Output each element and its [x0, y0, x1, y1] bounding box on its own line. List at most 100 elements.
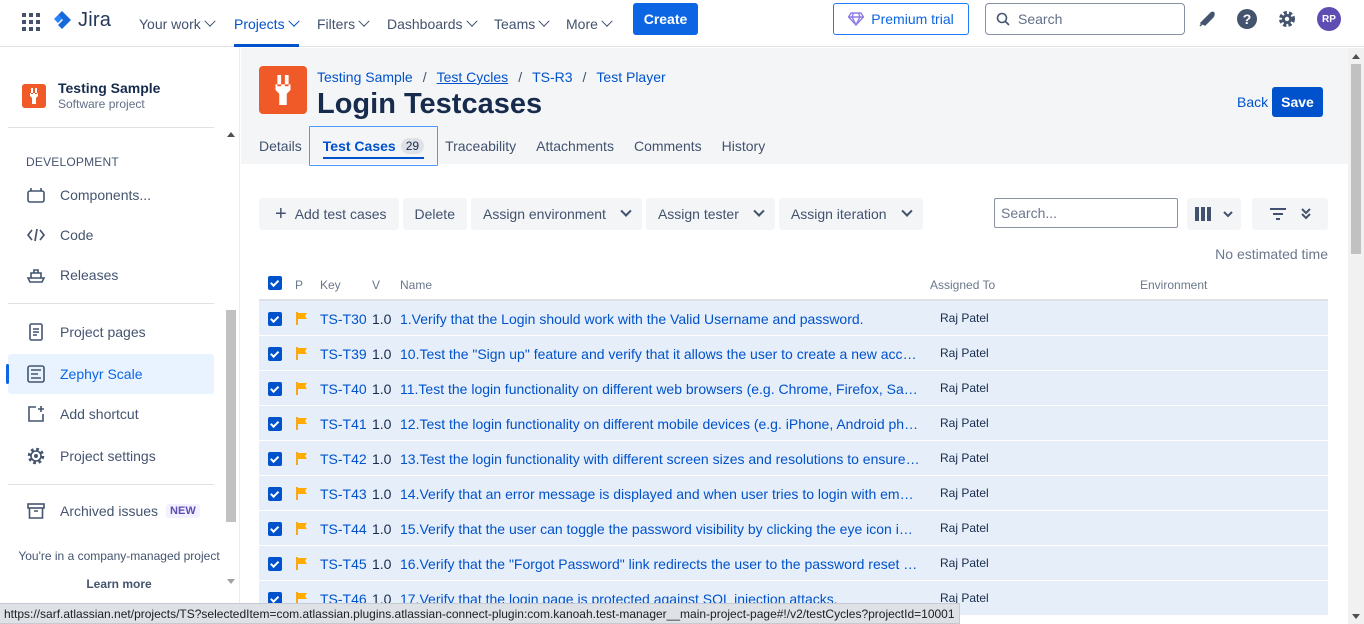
- row-key[interactable]: TS-T42: [320, 451, 367, 467]
- column-header-key[interactable]: Key: [320, 278, 341, 292]
- scroll-up-icon[interactable]: [1352, 54, 1360, 59]
- column-picker-button[interactable]: [1187, 198, 1241, 230]
- row-name[interactable]: 15.Verify that the user can toggle the p…: [400, 521, 920, 537]
- scroll-down-icon[interactable]: [1352, 614, 1360, 619]
- row-checkbox[interactable]: [268, 382, 282, 396]
- page-scrollbar[interactable]: [1348, 48, 1364, 624]
- row-checkbox[interactable]: [268, 417, 282, 431]
- row-name[interactable]: 12.Test the login functionality on diffe…: [400, 416, 920, 432]
- global-search[interactable]: [985, 3, 1185, 35]
- scrollbar-thumb[interactable]: [226, 310, 236, 522]
- premium-trial-button[interactable]: Premium trial: [833, 3, 969, 35]
- sidebar-item-add-shortcut[interactable]: Add shortcut: [8, 394, 214, 434]
- row-assigned[interactable]: Raj Patel: [940, 346, 989, 360]
- tab-attachments[interactable]: Attachments: [536, 126, 614, 166]
- row-name[interactable]: 14.Verify that an error message is displ…: [400, 486, 920, 502]
- sidebar-item-zephyr-scale[interactable]: Zephyr Scale: [6, 354, 214, 394]
- notifications-icon[interactable]: [1196, 8, 1218, 30]
- row-assigned[interactable]: Raj Patel: [940, 521, 989, 535]
- table-row[interactable]: TS-T45 1.0 16.Verify that the "Forgot Pa…: [259, 546, 1328, 581]
- row-key[interactable]: TS-T30: [320, 311, 367, 327]
- row-name[interactable]: 16.Verify that the "Forgot Password" lin…: [400, 556, 920, 572]
- breadcrumb-test-player[interactable]: Test Player: [596, 69, 665, 85]
- sidebar-item-project-settings[interactable]: Project settings: [8, 436, 214, 476]
- column-header-assigned-to[interactable]: Assigned To: [930, 278, 995, 292]
- row-key[interactable]: TS-T45: [320, 556, 367, 572]
- sidebar-item-code[interactable]: Code: [8, 215, 214, 255]
- filter-button[interactable]: [1252, 198, 1328, 230]
- sidebar-item-components[interactable]: Components...: [8, 175, 214, 215]
- column-header-name[interactable]: Name: [400, 278, 432, 292]
- scroll-up-icon[interactable]: [227, 132, 235, 137]
- back-link[interactable]: Back: [1237, 94, 1268, 110]
- table-row[interactable]: TS-T30 1.0 1.Verify that the Login shoul…: [259, 301, 1328, 336]
- row-key[interactable]: TS-T41: [320, 416, 367, 432]
- row-checkbox[interactable]: [268, 452, 282, 466]
- column-header-priority[interactable]: P: [295, 278, 303, 292]
- table-row[interactable]: TS-T41 1.0 12.Test the login functionali…: [259, 406, 1328, 441]
- nav-projects[interactable]: Projects: [234, 0, 300, 47]
- jira-logo[interactable]: Jira: [52, 9, 111, 32]
- row-name[interactable]: 11.Test the login functionality on diffe…: [400, 381, 920, 397]
- row-key[interactable]: TS-T39: [320, 346, 367, 362]
- create-button[interactable]: Create: [633, 3, 698, 35]
- nav-your-work[interactable]: Your work: [139, 0, 216, 47]
- nav-dashboards[interactable]: Dashboards: [387, 0, 478, 47]
- search-input[interactable]: [1018, 11, 1168, 27]
- row-name[interactable]: 1.Verify that the Login should work with…: [400, 311, 920, 327]
- select-all-checkbox[interactable]: [268, 276, 282, 290]
- tab-history[interactable]: History: [722, 126, 766, 166]
- scrollbar-thumb[interactable]: [1351, 64, 1361, 254]
- table-row[interactable]: TS-T40 1.0 11.Test the login functionali…: [259, 371, 1328, 406]
- test-cases-search-input[interactable]: [994, 198, 1178, 228]
- sidebar-item-archived-issues[interactable]: Archived issues NEW: [8, 491, 214, 531]
- save-button[interactable]: Save: [1272, 87, 1323, 117]
- row-key[interactable]: TS-T43: [320, 486, 367, 502]
- assign-tester-button[interactable]: Assign tester: [645, 198, 775, 230]
- row-checkbox[interactable]: [268, 487, 282, 501]
- table-row[interactable]: TS-T44 1.0 15.Verify that the user can t…: [259, 511, 1328, 546]
- row-checkbox[interactable]: [268, 347, 282, 361]
- help-icon[interactable]: ?: [1236, 8, 1258, 30]
- nav-teams[interactable]: Teams: [494, 0, 550, 47]
- row-assigned[interactable]: Raj Patel: [940, 556, 989, 570]
- nav-more[interactable]: More: [566, 0, 613, 47]
- delete-button[interactable]: Delete: [402, 198, 467, 230]
- add-test-cases-button[interactable]: + Add test cases: [259, 198, 399, 230]
- row-assigned[interactable]: Raj Patel: [940, 381, 989, 395]
- row-checkbox[interactable]: [268, 557, 282, 571]
- scroll-down-icon[interactable]: [227, 579, 235, 584]
- app-switcher-icon[interactable]: [20, 11, 40, 31]
- row-name[interactable]: 13.Test the login functionality with dif…: [400, 451, 920, 467]
- breadcrumb-cycle[interactable]: TS-R3: [532, 69, 572, 85]
- row-name[interactable]: 10.Test the "Sign up" feature and verify…: [400, 346, 920, 362]
- assign-iteration-button[interactable]: Assign iteration: [778, 198, 923, 230]
- tab-comments[interactable]: Comments: [634, 126, 702, 166]
- row-assigned[interactable]: Raj Patel: [940, 416, 989, 430]
- row-checkbox[interactable]: [268, 522, 282, 536]
- table-row[interactable]: TS-T42 1.0 13.Test the login functionali…: [259, 441, 1328, 476]
- settings-gear-icon[interactable]: [1276, 8, 1298, 30]
- table-row[interactable]: TS-T39 1.0 10.Test the "Sign up" feature…: [259, 336, 1328, 371]
- row-assigned[interactable]: Raj Patel: [940, 311, 989, 325]
- user-avatar[interactable]: RP: [1317, 7, 1341, 31]
- row-checkbox[interactable]: [268, 312, 282, 326]
- row-assigned[interactable]: Raj Patel: [940, 451, 989, 465]
- row-key[interactable]: TS-T44: [320, 521, 367, 537]
- sidebar-scrollbar[interactable]: [224, 128, 238, 588]
- assign-environment-button[interactable]: Assign environment: [470, 198, 642, 230]
- project-header[interactable]: Testing Sample Software project: [22, 80, 160, 112]
- learn-more-link[interactable]: Learn more: [0, 577, 238, 591]
- tab-details[interactable]: Details: [259, 126, 302, 166]
- column-header-version[interactable]: V: [372, 278, 380, 292]
- sidebar-item-releases[interactable]: Releases: [8, 255, 214, 295]
- tab-traceability[interactable]: Traceability: [445, 126, 516, 166]
- tab-test-cases[interactable]: Test Cases 29: [308, 126, 439, 166]
- breadcrumb-test-cycles[interactable]: Test Cycles: [437, 69, 509, 85]
- row-assigned[interactable]: Raj Patel: [940, 486, 989, 500]
- breadcrumb-project[interactable]: Testing Sample: [317, 69, 413, 85]
- sidebar-item-project-pages[interactable]: Project pages: [8, 312, 214, 352]
- table-row[interactable]: TS-T43 1.0 14.Verify that an error messa…: [259, 476, 1328, 511]
- nav-filters[interactable]: Filters: [317, 0, 370, 47]
- row-key[interactable]: TS-T40: [320, 381, 367, 397]
